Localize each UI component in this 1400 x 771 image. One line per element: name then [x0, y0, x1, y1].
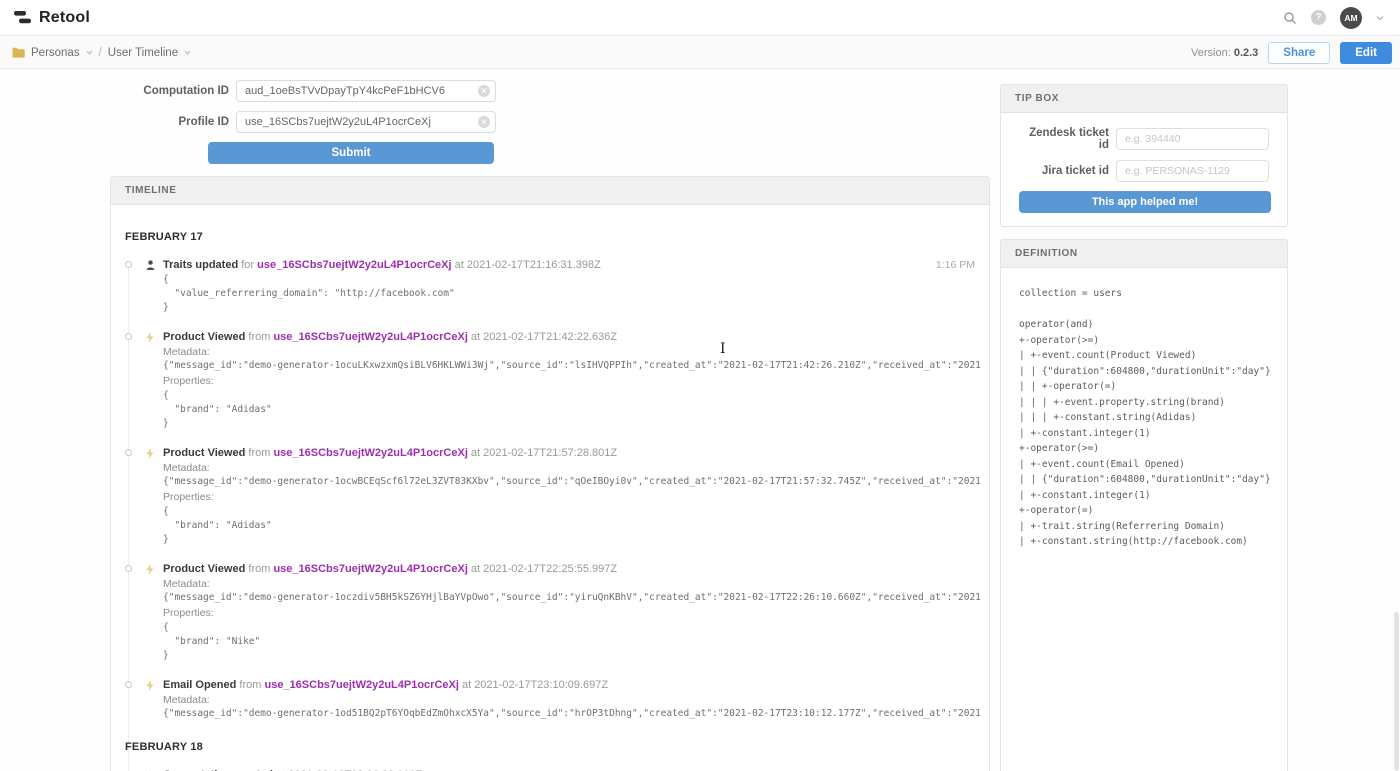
profile-id-input[interactable] — [236, 111, 496, 133]
event-marker-icon — [125, 261, 132, 268]
profile-link[interactable]: use_16SCbs7uejtW2y2uL4P1ocrCeXj — [273, 563, 467, 575]
breadcrumb-folder[interactable]: Personas — [31, 47, 80, 59]
app-helped-button[interactable]: This app helped me! — [1019, 191, 1271, 213]
event-title: Email Opened — [163, 679, 236, 691]
page: Retool ? AM Personas — [0, 0, 1400, 771]
avatar[interactable]: AM — [1340, 7, 1362, 29]
event-marker-icon — [125, 449, 132, 456]
timeline-event: Email Opened from use_16SCbs7uejtW2y2uL4… — [125, 679, 975, 721]
timeline-event: Traits updated for use_16SCbs7uejtW2y2uL… — [125, 259, 975, 315]
computation-id-label: Computation ID — [140, 85, 236, 97]
profile-link[interactable]: use_16SCbs7uejtW2y2uL4P1ocrCeXj — [273, 447, 467, 459]
zendesk-ticket-input[interactable] — [1116, 128, 1269, 150]
page-scrollbar[interactable] — [1394, 612, 1399, 771]
event-marker-icon — [125, 681, 132, 688]
definition-header: DEFINITION — [1001, 240, 1287, 268]
spark-icon — [146, 564, 154, 575]
edit-button[interactable]: Edit — [1340, 42, 1392, 64]
text-cursor: I — [720, 341, 726, 357]
event-metadata: {"message_id":"demo-generator-1ocuLKxwzx… — [163, 359, 981, 373]
top-navigation-bar: Retool ? AM — [0, 0, 1400, 36]
event-metadata: {"message_id":"demo-generator-1oczdiv5BH… — [163, 591, 981, 605]
query-form: Computation ID ✕ Profile ID ✕ Submit — [140, 80, 496, 164]
spark-icon — [146, 332, 154, 343]
timeline-event: Product Viewed from use_16SCbs7uejtW2y2u… — [125, 447, 975, 547]
timeline-event: Product Viewed from use_16SCbs7uejtW2y2u… — [125, 331, 975, 431]
timeline-day-heading: FEBRUARY 18 — [125, 741, 975, 753]
event-metadata: {"message_id":"demo-generator-1ocwBCEqSc… — [163, 475, 981, 489]
clear-computation-icon[interactable]: ✕ — [478, 85, 490, 97]
profile-link[interactable]: use_16SCbs7uejtW2y2uL4P1ocrCeXj — [264, 679, 458, 691]
timeline-panel: TIMELINE FEBRUARY 17 Traits updated for … — [110, 176, 990, 771]
event-properties: { "brand": "Adidas" } — [163, 389, 975, 431]
event-properties: { "brand": "Adidas" } — [163, 505, 975, 547]
clear-profile-icon[interactable]: ✕ — [478, 116, 490, 128]
properties-label: Properties: — [163, 374, 975, 388]
jira-ticket-input[interactable] — [1116, 160, 1269, 182]
properties-label: Properties: — [163, 490, 975, 504]
metadata-label: Metadata: — [163, 577, 975, 591]
app-chevron-down-icon[interactable] — [184, 50, 191, 55]
definition-code: collection = users operator(and) +-opera… — [1001, 268, 1287, 550]
metadata-label: Metadata: — [163, 693, 975, 707]
event-metadata: {"message_id":"demo-generator-1od51BQ2pT… — [163, 707, 981, 721]
account-chevron-down-icon[interactable] — [1376, 15, 1384, 21]
spark-icon — [146, 680, 154, 691]
version-text: Version: 0.2.3 — [1191, 47, 1258, 59]
spark-icon — [146, 448, 154, 459]
folder-icon — [12, 47, 25, 58]
profile-link[interactable]: use_16SCbs7uejtW2y2uL4P1ocrCeXj — [257, 259, 451, 271]
help-icon[interactable]: ? — [1311, 10, 1326, 25]
event-marker-icon — [125, 333, 132, 340]
event-marker-icon — [125, 565, 132, 572]
app-header-bar: Personas / User Timeline Version: 0.2.3 … — [0, 37, 1400, 69]
share-button[interactable]: Share — [1268, 42, 1330, 64]
tip-box-panel: TIP BOX Zendesk ticket id Jira ticket id… — [1000, 84, 1288, 227]
folder-chevron-down-icon[interactable] — [86, 50, 93, 55]
profile-link[interactable]: use_16SCbs7uejtW2y2uL4P1ocrCeXj — [273, 331, 467, 343]
event-local-time: 1:16 PM — [936, 259, 975, 271]
computation-id-input[interactable] — [236, 80, 496, 102]
timeline-event: Product Viewed from use_16SCbs7uejtW2y2u… — [125, 563, 975, 663]
metadata-label: Metadata: — [163, 461, 975, 475]
event-title: Traits updated — [163, 259, 238, 271]
breadcrumb-separator: / — [99, 47, 102, 59]
search-icon[interactable] — [1283, 11, 1297, 25]
event-title: Product Viewed — [163, 331, 245, 343]
event-title: Product Viewed — [163, 447, 245, 459]
zendesk-ticket-label: Zendesk ticket id — [1019, 127, 1116, 151]
timeline-day-heading: FEBRUARY 17 — [125, 231, 975, 243]
event-properties: { "brand": "Nike" } — [163, 621, 975, 663]
tip-box-header: TIP BOX — [1001, 85, 1287, 113]
metadata-label: Metadata: — [163, 345, 975, 359]
submit-button[interactable]: Submit — [208, 142, 494, 164]
timeline-panel-header: TIMELINE — [111, 177, 989, 205]
event-json-body: { "value_referrering_domain": "http://fa… — [163, 273, 975, 315]
breadcrumb: Personas / User Timeline — [12, 47, 191, 59]
brand-name: Retool — [39, 9, 90, 27]
retool-logo[interactable]: Retool — [13, 9, 90, 27]
user-icon — [146, 260, 155, 270]
jira-ticket-label: Jira ticket id — [1019, 165, 1116, 177]
profile-id-label: Profile ID — [140, 116, 236, 128]
event-title: Product Viewed — [163, 563, 245, 575]
retool-logo-icon — [13, 9, 32, 26]
breadcrumb-app[interactable]: User Timeline — [108, 47, 178, 59]
definition-panel: DEFINITION collection = users operator(a… — [1000, 239, 1288, 771]
properties-label: Properties: — [163, 606, 975, 620]
